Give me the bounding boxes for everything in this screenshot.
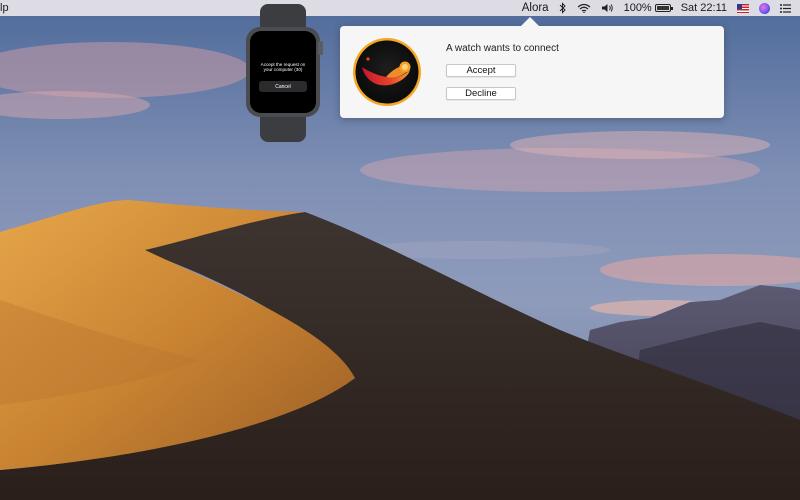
decline-button[interactable]: Decline [446,87,516,100]
watch-message: Accept the request on your computer (30) [260,62,306,73]
notification-center-item[interactable] [775,0,796,16]
input-source-item[interactable] [732,0,754,16]
volume-icon[interactable] [596,0,619,16]
watch-screen: Accept the request on your computer (30)… [250,31,316,113]
notification-center-icon [780,3,791,13]
wifi-icon[interactable] [572,0,596,16]
siri-icon [759,2,770,14]
battery-icon [654,4,673,12]
apple-watch: Accept the request on your computer (30)… [244,4,323,142]
us-flag-icon [737,3,749,13]
watch-crown [318,41,323,55]
alora-menu-item[interactable]: Alora [517,0,554,16]
menu-item-help-fragment[interactable]: lp [0,2,9,14]
popover-title: A watch wants to connect [446,43,559,54]
clock[interactable]: Sat 22:11 [676,0,732,16]
menu-bar-extras: Alora 100% Sat 22:11 [517,0,796,16]
connect-popover: A watch wants to connect Accept Decline [340,17,724,118]
battery-percent: 100% [623,2,652,14]
watch-cancel-button[interactable]: Cancel [259,81,307,92]
siri-item[interactable] [754,0,775,16]
watch-case: Accept the request on your computer (30)… [246,27,323,117]
battery-status[interactable]: 100% [619,0,676,16]
alora-app-icon [353,38,421,106]
bluetooth-icon[interactable] [554,0,572,16]
accept-button[interactable]: Accept [446,64,516,77]
menu-bar: lp Alora 100% Sat 22:11 [0,0,800,16]
